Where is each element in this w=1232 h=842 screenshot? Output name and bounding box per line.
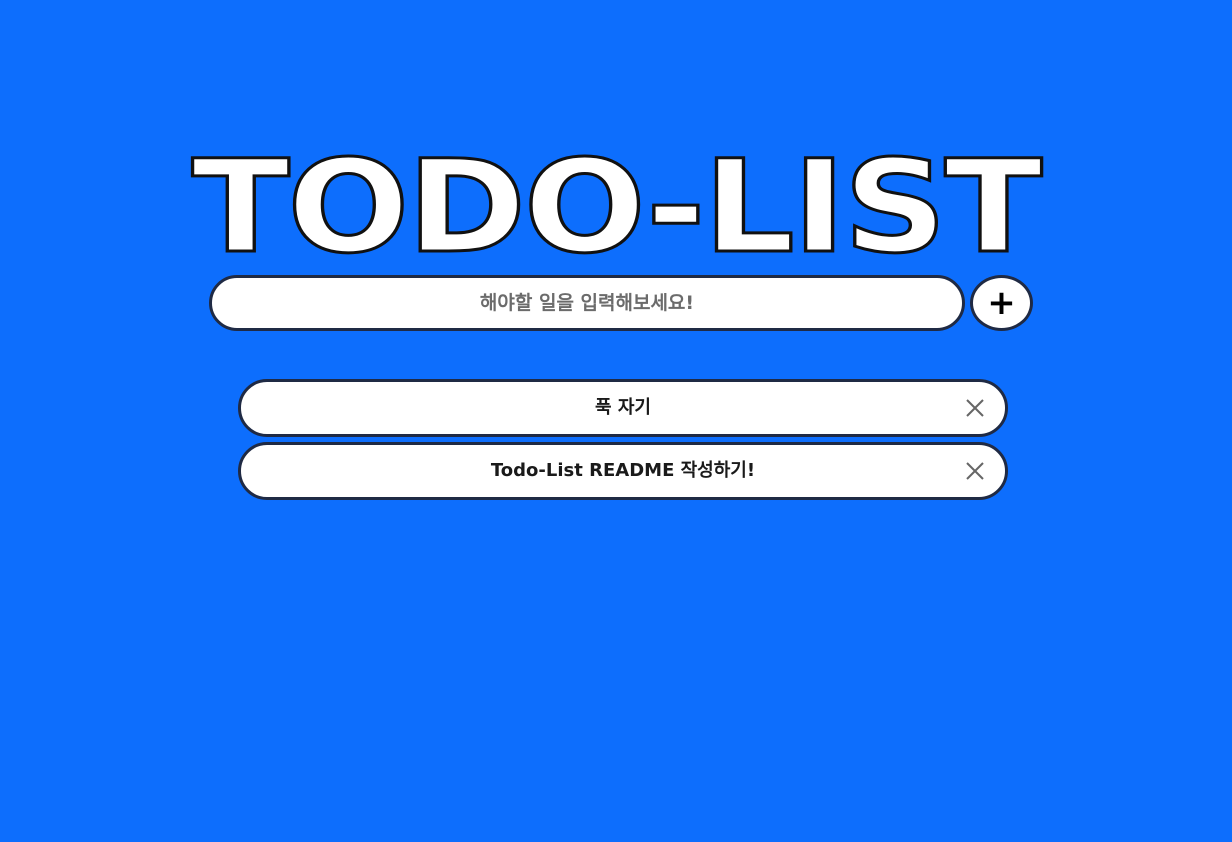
todo-item-text[interactable]: 푹 자기: [241, 382, 1005, 434]
close-icon: [966, 399, 984, 417]
todo-item: 푹 자기: [238, 379, 1008, 437]
add-todo-button[interactable]: +: [970, 275, 1033, 331]
todo-input[interactable]: [209, 275, 965, 331]
delete-todo-button[interactable]: [961, 457, 989, 485]
todo-item: Todo-List README 작성하기!: [238, 442, 1008, 500]
todo-item-text[interactable]: Todo-List README 작성하기!: [241, 445, 1005, 497]
todo-list: 푹 자기 Todo-List README 작성하기!: [238, 379, 1008, 505]
todo-app: TODO-LIST + 푹 자기 Todo-List README 작성하기!: [0, 0, 1232, 842]
close-icon: [966, 462, 984, 480]
delete-todo-button[interactable]: [961, 394, 989, 422]
page-title: TODO-LIST: [190, 132, 1044, 282]
